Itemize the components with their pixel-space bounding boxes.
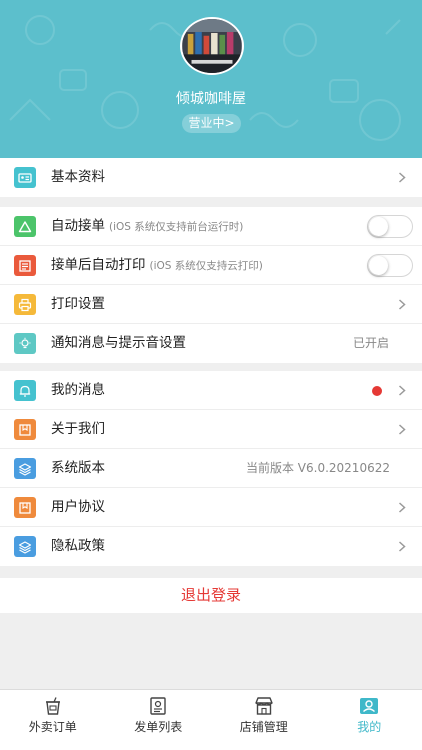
- menu-label: 系统版本: [51, 460, 105, 476]
- menu-about-us[interactable]: 关于我们: [0, 410, 422, 449]
- tab-label: 外卖订单: [28, 720, 77, 734]
- book-icon: [14, 419, 36, 440]
- version-value: 当前版本 V6.0.20210622: [245, 461, 390, 475]
- triangle-icon: [14, 216, 36, 237]
- chevron-right-icon: [398, 172, 406, 183]
- auto-accept-toggle[interactable]: [367, 215, 413, 238]
- bulb-icon: [14, 333, 36, 354]
- menu-label: 基本资料: [51, 169, 105, 185]
- menu-label: 关于我们: [51, 421, 105, 437]
- notify-status: 已开启: [352, 336, 389, 350]
- menu-label: 接单后自动打印 (iOS 系统仅支持云打印): [51, 246, 263, 286]
- business-status-button[interactable]: 营业中>: [182, 114, 241, 133]
- auto-accept-label: 自动接单: [51, 218, 105, 234]
- tab-label: 我的: [357, 720, 382, 734]
- menu-auto-print: 接单后自动打印 (iOS 系统仅支持云打印): [0, 246, 422, 285]
- tab-store-management[interactable]: 店铺管理: [211, 690, 317, 750]
- menu-print-settings[interactable]: 打印设置: [0, 285, 422, 324]
- printer-list-icon: [14, 255, 36, 276]
- profile-header: 倾城咖啡屋 营业中>: [0, 0, 422, 158]
- id-card-icon: [14, 167, 36, 188]
- shop-name: 倾城咖啡屋: [176, 91, 246, 107]
- bottom-tab-bar: 外卖订单 发单列表 店铺管理 我的: [0, 689, 422, 750]
- toggle-knob: [369, 256, 388, 275]
- layers-icon: [14, 536, 36, 557]
- menu-notify-settings[interactable]: 通知消息与提示音设置 已开启: [0, 324, 422, 363]
- delivery-list-icon: [147, 696, 169, 716]
- group-basic: 基本资料: [0, 158, 422, 197]
- menu-label: 通知消息与提示音设置: [51, 335, 186, 351]
- avatar[interactable]: [180, 17, 244, 75]
- printer-icon: [14, 294, 36, 315]
- menu-label: 自动接单 (iOS 系统仅支持前台运行时): [51, 207, 243, 247]
- chevron-right-icon: [398, 385, 406, 396]
- tab-mine[interactable]: 我的: [317, 690, 422, 750]
- book-icon: [14, 497, 36, 518]
- chevron-right-icon: [398, 502, 406, 513]
- profile-card-icon: [358, 696, 380, 716]
- menu-label: 隐私政策: [51, 538, 105, 554]
- menu-label: 打印设置: [51, 296, 105, 312]
- auto-accept-note: (iOS 系统仅支持前台运行时): [109, 221, 244, 233]
- menu-system-version: 系统版本 当前版本 V6.0.20210622: [0, 449, 422, 488]
- group-settings: 自动接单 (iOS 系统仅支持前台运行时) 接单后自动打印 (iOS 系统仅支持云打…: [0, 207, 422, 363]
- auto-print-note: (iOS 系统仅支持云打印): [149, 260, 263, 272]
- chevron-right-icon: [398, 424, 406, 435]
- tab-label: 店铺管理: [239, 720, 288, 734]
- menu-basic-info[interactable]: 基本资料: [0, 158, 422, 197]
- layers-icon: [14, 458, 36, 479]
- auto-print-label: 接单后自动打印: [51, 257, 146, 273]
- auto-print-toggle[interactable]: [367, 254, 413, 277]
- menu-label: 用户协议: [51, 499, 105, 515]
- chevron-right-icon: [398, 541, 406, 552]
- toggle-knob: [369, 217, 388, 236]
- bell-icon: [14, 380, 36, 401]
- tab-delivery-list[interactable]: 发单列表: [106, 690, 212, 750]
- tab-label: 发单列表: [134, 720, 183, 734]
- menu-label: 我的消息: [51, 382, 105, 398]
- logout-button[interactable]: 退出登录: [0, 578, 422, 613]
- group-about: 我的消息 关于我们 系统版本 当前版本 V6.0.20210622 用户协议 隐…: [0, 371, 422, 566]
- unread-dot: [372, 386, 382, 396]
- tab-takeout-orders[interactable]: 外卖订单: [0, 690, 106, 750]
- store-icon: [253, 696, 275, 716]
- menu-my-messages[interactable]: 我的消息: [0, 371, 422, 410]
- chevron-right-icon: [398, 299, 406, 310]
- menu-auto-accept: 自动接单 (iOS 系统仅支持前台运行时): [0, 207, 422, 246]
- takeout-cup-icon: [42, 696, 64, 716]
- shop-photo: [182, 19, 242, 73]
- menu-privacy-policy[interactable]: 隐私政策: [0, 527, 422, 566]
- menu-user-agreement[interactable]: 用户协议: [0, 488, 422, 527]
